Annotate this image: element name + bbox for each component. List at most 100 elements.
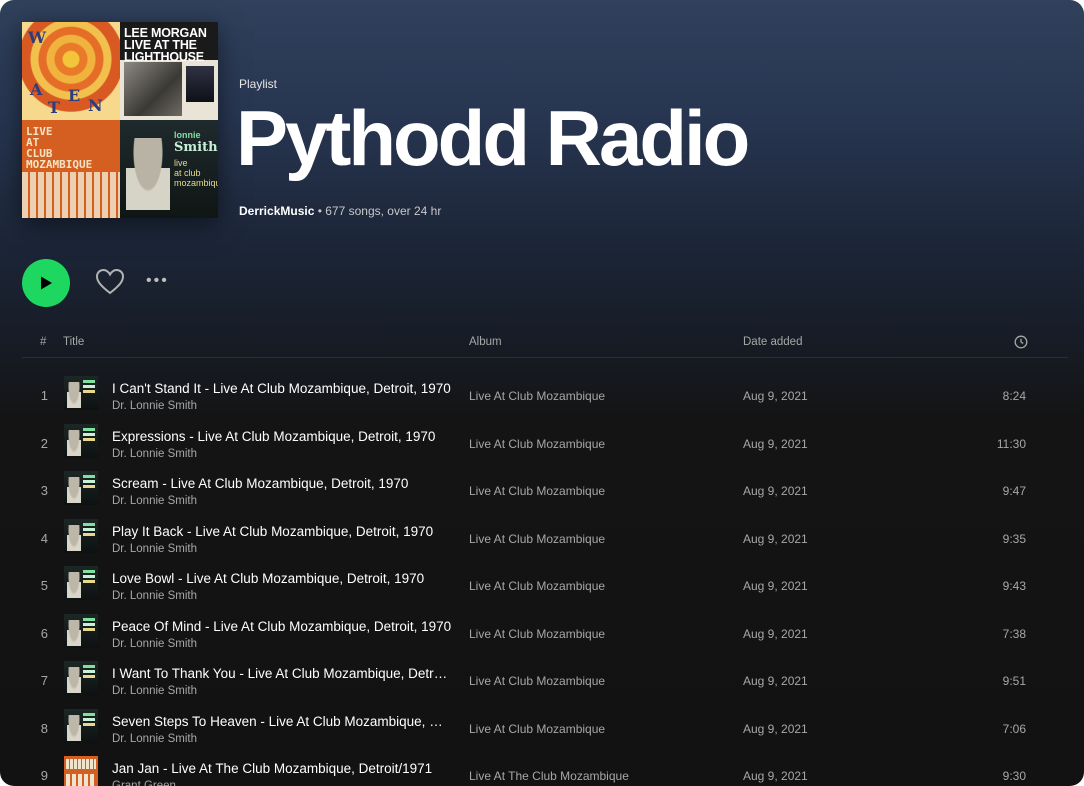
cover-photo [124, 62, 182, 116]
album-art-thumbnail [64, 756, 98, 786]
track-artist[interactable]: Dr. Lonnie Smith [112, 731, 452, 747]
column-date-added[interactable]: Date added [743, 336, 802, 348]
track-duration: 9:35 [1002, 531, 1026, 546]
playlist-owner-link[interactable]: DerrickMusic [239, 204, 314, 218]
track-artist[interactable]: Dr. Lonnie Smith [112, 636, 452, 652]
track-title[interactable]: I Want To Thank You - Live At Club Mozam… [112, 665, 452, 682]
play-button[interactable] [22, 259, 70, 307]
track-date-added: Aug 9, 2021 [743, 389, 808, 403]
cover-text: mozambique [174, 178, 218, 188]
track-duration: 9:47 [1002, 484, 1026, 498]
cover-pattern [22, 172, 120, 218]
track-row[interactable]: 7 I Want To Thank You - Live At Club Moz… [22, 657, 1068, 705]
album-art-thumbnail [64, 376, 98, 410]
track-row[interactable]: 3 Scream - Live At Club Mozambique, Detr… [22, 467, 1068, 515]
cover-text: live [174, 158, 188, 168]
track-album[interactable]: Live At Club Mozambique [469, 627, 605, 641]
cover-letter: A [30, 80, 43, 99]
heart-icon[interactable] [95, 268, 125, 296]
cover-text: MOZAMBIQUE [26, 158, 93, 171]
playlist-header: W A E T N LEE MORGAN LIVE AT THE LIGHTHO… [0, 0, 1084, 240]
cover-letter: E [68, 86, 81, 105]
track-row[interactable]: 8 Seven Steps To Heaven - Live At Club M… [22, 705, 1068, 753]
track-duration: 9:43 [1002, 579, 1026, 593]
column-title[interactable]: Title [63, 336, 84, 348]
playlist-title[interactable]: Pythodd Radio [236, 92, 750, 184]
track-date-added: Aug 9, 2021 [743, 626, 808, 641]
track-row[interactable]: 2 Expressions - Live At Club Mozambique,… [22, 420, 1068, 468]
track-duration: 9:30 [1002, 769, 1026, 783]
cover-photo [126, 138, 170, 210]
album-art-thumbnail [64, 518, 98, 553]
cover-tile-2: LEE MORGAN LIVE AT THE LIGHTHOUSE [120, 22, 218, 120]
cover-text: at club [174, 168, 201, 178]
track-artist[interactable]: Dr. Lonnie Smith [112, 493, 452, 509]
meta-separator: • [314, 204, 326, 218]
clock-icon[interactable] [1014, 335, 1028, 349]
song-count: 677 songs [325, 204, 381, 218]
track-number: 4 [40, 530, 48, 546]
track-list: 1 I Can't Stand It - Live At Club Mozamb… [22, 372, 1068, 786]
track-duration: 7:38 [1002, 626, 1026, 641]
cover-photo [186, 66, 214, 102]
album-art-thumbnail [64, 661, 98, 695]
track-artist[interactable]: Dr. Lonnie Smith [112, 398, 452, 414]
cover-text: LEE MORGAN [124, 26, 207, 40]
track-date-added: Aug 9, 2021 [743, 436, 808, 451]
track-artist[interactable]: Dr. Lonnie Smith [112, 446, 452, 462]
track-title[interactable]: Expressions - Live At Club Mozambique, D… [112, 428, 452, 445]
album-art-thumbnail [64, 566, 98, 600]
track-artist[interactable]: Dr. Lonnie Smith [112, 588, 452, 604]
column-album[interactable]: Album [469, 336, 502, 348]
track-duration: 8:24 [1002, 389, 1026, 403]
column-number: # [40, 336, 47, 348]
album-art-thumbnail [64, 471, 98, 505]
track-row[interactable]: 5 Love Bowl - Live At Club Mozambique, D… [22, 562, 1068, 610]
track-number: 6 [40, 625, 48, 641]
track-number: 2 [40, 435, 48, 451]
track-album[interactable]: Live At Club Mozambique [469, 579, 605, 593]
track-number: 7 [40, 673, 48, 688]
track-title[interactable]: I Can't Stand It - Live At Club Mozambiq… [112, 380, 452, 397]
play-icon [41, 276, 52, 290]
track-row[interactable]: 6 Peace Of Mind - Live At Club Mozambiqu… [22, 610, 1068, 658]
track-date-added: Aug 9, 2021 [743, 769, 808, 783]
track-title[interactable]: Play It Back - Live At Club Mozambique, … [112, 523, 452, 540]
track-title[interactable]: Peace Of Mind - Live At Club Mozambique,… [112, 618, 452, 635]
track-artist[interactable]: Dr. Lonnie Smith [112, 683, 452, 699]
track-artist[interactable]: Grant Green [112, 778, 452, 786]
track-row[interactable]: 9 Jan Jan - Live At The Club Mozambique,… [22, 752, 1068, 786]
track-album[interactable]: Live At Club Mozambique [469, 389, 605, 403]
action-bar: ••• [0, 240, 1084, 326]
cover-tile-1: W A E T N [22, 22, 120, 120]
track-album[interactable]: Live At Club Mozambique [469, 674, 605, 688]
cover-tile-3: LIVE AT CLUB MOZAMBIQUE [22, 120, 120, 218]
track-date-added: Aug 9, 2021 [743, 579, 808, 593]
playlist-cover[interactable]: W A E T N LEE MORGAN LIVE AT THE LIGHTHO… [22, 22, 218, 218]
track-artist[interactable]: Dr. Lonnie Smith [112, 541, 452, 557]
track-row[interactable]: 1 I Can't Stand It - Live At Club Mozamb… [22, 372, 1068, 420]
track-album[interactable]: Live At Club Mozambique [469, 532, 605, 546]
track-number: 5 [40, 578, 48, 593]
more-options-button[interactable]: ••• [146, 272, 169, 290]
track-album[interactable]: Live At Club Mozambique [469, 484, 605, 498]
track-duration: 9:51 [1002, 674, 1026, 688]
track-album[interactable]: Live At The Club Mozambique [469, 769, 629, 783]
track-title[interactable]: Jan Jan - Live At The Club Mozambique, D… [112, 760, 452, 777]
album-art-thumbnail [64, 708, 98, 743]
track-duration: 11:30 [996, 436, 1026, 451]
cover-letter: T [48, 98, 60, 117]
track-date-added: Aug 9, 2021 [743, 721, 808, 736]
track-title[interactable]: Seven Steps To Heaven - Live At Club Moz… [112, 713, 452, 730]
track-title[interactable]: Scream - Live At Club Mozambique, Detroi… [112, 475, 452, 492]
track-date-added: Aug 9, 2021 [743, 674, 808, 688]
track-album[interactable]: Live At Club Mozambique [469, 437, 605, 451]
track-row[interactable]: 4 Play It Back - Live At Club Mozambique… [22, 515, 1068, 563]
cover-text: lonnie [174, 130, 201, 140]
track-album[interactable]: Live At Club Mozambique [469, 722, 605, 736]
cover-letter: W [28, 28, 46, 47]
album-art-thumbnail [64, 613, 98, 648]
track-date-added: Aug 9, 2021 [743, 531, 808, 546]
track-number: 8 [40, 720, 48, 736]
track-title[interactable]: Love Bowl - Live At Club Mozambique, Det… [112, 570, 452, 587]
